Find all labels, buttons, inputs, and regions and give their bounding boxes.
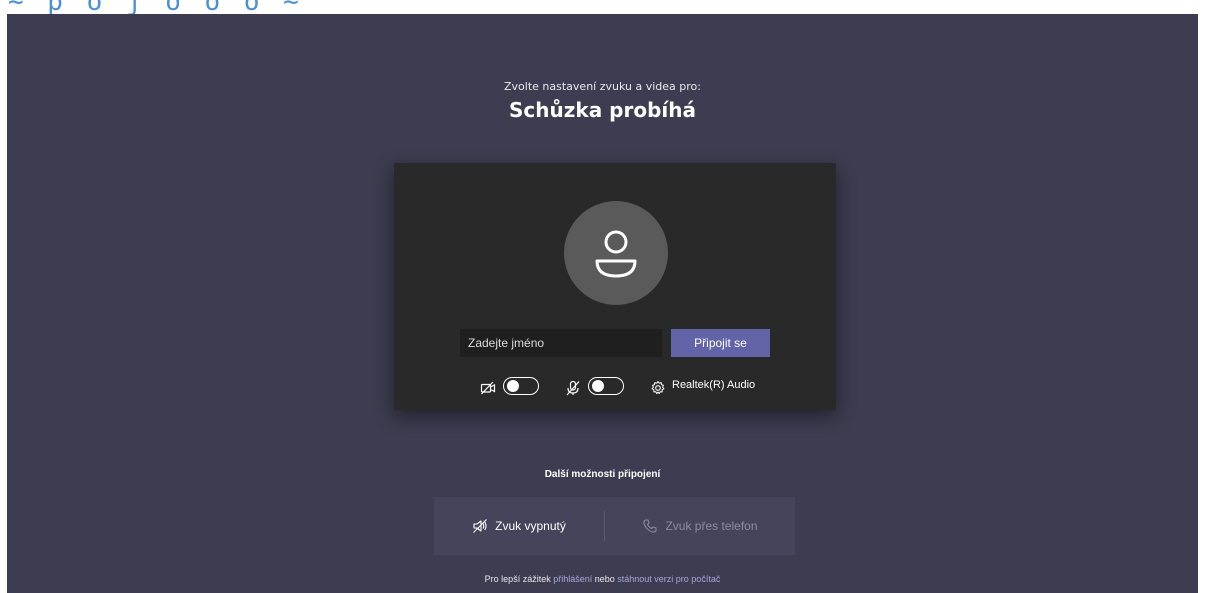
device-controls: Realtek(R) Audio — [394, 376, 836, 400]
top-strip: ~ p o j o o o ~ — [0, 0, 1205, 14]
audio-off-label: Zvuk vypnutý — [495, 519, 566, 533]
footer-prefix: Pro lepší zážitek — [484, 574, 554, 584]
avatar — [564, 201, 668, 305]
name-input[interactable] — [460, 329, 662, 357]
download-link[interactable]: stáhnout verzi pro počítač — [617, 574, 720, 584]
prejoin-screen: Zvolte nastavení zvuku a videa pro: Schů… — [7, 14, 1198, 593]
mic-toggle[interactable] — [588, 377, 624, 395]
join-button[interactable]: Připojit se — [671, 329, 770, 357]
phone-audio-option[interactable]: Zvuk přes telefon — [605, 497, 795, 555]
footer-note: Pro lepší zážitek přihlášení nebo stáhno… — [7, 574, 1198, 584]
cropped-heading: ~ p o j o o o ~ — [8, 0, 303, 14]
phone-audio-label: Zvuk přes telefon — [665, 519, 758, 533]
camera-toggle[interactable] — [503, 377, 539, 395]
avatar-icon — [595, 230, 637, 278]
login-link[interactable]: přihlášení — [553, 574, 592, 584]
camera-toggle-knob — [507, 380, 519, 392]
settings-icon[interactable] — [650, 380, 666, 396]
prejoin-subtitle: Zvolte nastavení zvuku a videa pro: — [504, 80, 701, 93]
audio-off-option[interactable]: Zvuk vypnutý — [434, 497, 604, 555]
mic-off-icon — [566, 380, 580, 396]
mic-toggle-knob — [592, 380, 604, 392]
meeting-title: Schůzka probíhá — [509, 98, 696, 122]
join-card: Připojit se — [394, 163, 836, 410]
audio-device-label[interactable]: Realtek(R) Audio — [672, 379, 755, 391]
speaker-off-icon — [473, 519, 488, 533]
camera-off-icon — [480, 381, 496, 395]
phone-icon — [643, 519, 658, 533]
more-options-panel: Zvuk vypnutý Zvuk přes telefon — [434, 497, 795, 555]
more-options-heading: Další možnosti připojení — [544, 469, 661, 480]
footer-middle: nebo — [592, 574, 618, 584]
